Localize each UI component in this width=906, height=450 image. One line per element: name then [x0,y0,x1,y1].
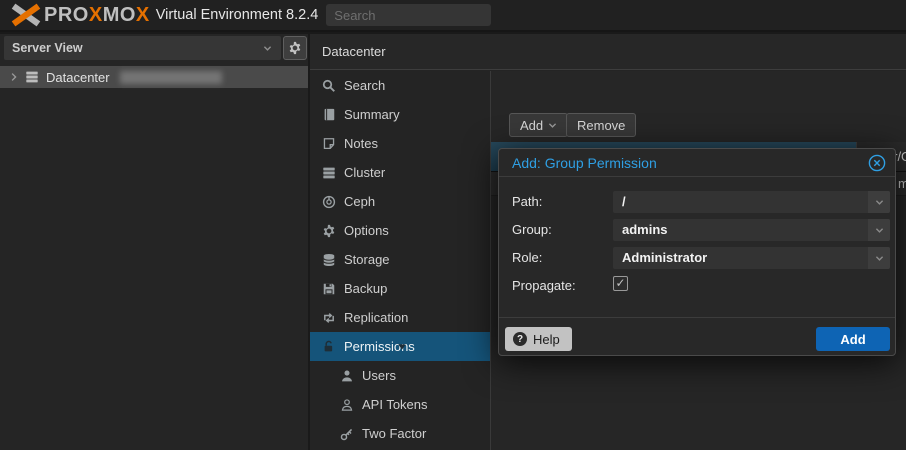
dialog-field-row: Path: / [499,191,895,213]
datacenter-server-icon [25,70,39,84]
user-outline-icon [340,398,354,412]
dialog-field-row: Group: admins [499,219,895,241]
chevron-down-icon [262,43,273,54]
storage-icon [322,253,336,267]
combo-value: Administrator [622,250,707,265]
dialog-add-label: Add [840,332,865,347]
resource-tree-panel: Server View Datacenter [0,34,308,450]
menu-item-label: Replication [344,310,408,325]
menu-item-options[interactable]: Options [310,216,490,245]
menu-item-permissions[interactable]: Permissions [310,332,490,361]
dialog-field-row: Propagate: ✓ [499,275,895,297]
menu-item-ceph[interactable]: Ceph [310,187,490,216]
add-button-label: Add [520,118,543,133]
search-icon [322,79,336,93]
dialog-add-button[interactable]: Add [816,327,890,351]
product-version-text: Virtual Environment 8.2.4 [156,7,319,23]
note-icon [322,137,336,151]
menu-item-replication[interactable]: Replication [310,303,490,332]
view-selector-dropdown[interactable]: Server View [4,36,281,60]
chevron-down-icon [548,121,557,130]
dialog-footer: ? Help Add [499,317,895,357]
combo-trigger[interactable] [868,219,890,241]
menu-item-summary[interactable]: Summary [310,100,490,129]
chevron-down-icon [874,225,885,236]
combo-value: admins [622,222,668,237]
combo-value: / [622,194,626,209]
gear-icon [288,41,302,55]
field-label: Propagate: [512,278,576,293]
menu-item-label: Two Factor [362,426,426,441]
menu-item-two-factor[interactable]: Two Factor [310,419,490,448]
partial-row-text: m [898,176,906,191]
chevron-down-icon [874,197,885,208]
proxmox-screen: PROXMOX Virtual Environment 8.2.4 Server… [0,0,906,450]
field-label: Group: [512,222,552,237]
menu-item-label: Summary [344,107,400,122]
user-icon [340,369,354,383]
panel-title-text: Datacenter [322,44,386,59]
logo-letter-accent: X [89,4,103,26]
combo-trigger[interactable] [868,247,890,269]
dialog-field-row: Role: Administrator [499,247,895,269]
field-label: Role: [512,250,542,265]
logo-letter-accent: X [136,4,150,26]
menu-item-notes[interactable]: Notes [310,129,490,158]
combo-field-path[interactable]: / [613,191,890,213]
ceph-icon [322,195,336,209]
redacted-hostname [120,71,222,84]
help-button[interactable]: ? Help [505,327,572,351]
panel-title-bar: Datacenter [310,34,906,70]
proxmox-logo-icon [10,3,42,27]
menu-item-label: Search [344,78,385,93]
cluster-icon [322,166,336,180]
menu-item-label: Cluster [344,165,385,180]
add-menu-button[interactable]: Add [509,113,568,137]
menu-item-label: API Tokens [362,397,428,412]
menu-item-api-tokens[interactable]: API Tokens [310,390,490,419]
caret-down-icon [322,341,482,353]
menu-item-users[interactable]: Users [310,361,490,390]
top-header: PROXMOX Virtual Environment 8.2.4 [0,0,906,32]
menu-item-search[interactable]: Search [310,71,490,100]
datacenter-side-menu: Search Summary Notes Cluster Ceph Options Stor… [310,71,490,450]
combo-field-role[interactable]: Administrator [613,247,890,269]
remove-button[interactable]: Remove [566,113,636,137]
replication-icon [322,311,336,325]
menu-item-cluster[interactable]: Cluster [310,158,490,187]
logo-letter: PRO [44,4,89,26]
book-icon [322,108,336,122]
menu-item-label: Ceph [344,194,375,209]
menu-item-label: Users [362,368,396,383]
key-icon [340,427,354,441]
add-group-permission-dialog: Add: Group Permission Path: / Group: admins… [498,148,896,356]
menu-item-label: Backup [344,281,387,296]
menu-item-backup[interactable]: Backup [310,274,490,303]
dialog-title-text: Add: Group Permission [512,155,657,171]
tree-node-datacenter[interactable]: Datacenter [0,66,308,88]
help-button-label: Help [533,332,560,347]
combo-trigger[interactable] [868,191,890,213]
backup-icon [322,282,336,296]
dialog-title-bar[interactable]: Add: Group Permission [499,149,895,177]
logo-letter: MO [103,4,136,26]
tree-settings-button[interactable] [283,36,307,60]
menu-item-label: Notes [344,136,378,151]
field-label: Path: [512,194,542,209]
help-icon: ? [513,332,527,346]
menu-item-storage[interactable]: Storage [310,245,490,274]
combo-field-group[interactable]: admins [613,219,890,241]
chevron-right-icon[interactable] [9,72,19,82]
gear-icon [322,224,336,238]
global-search-input[interactable] [326,4,491,26]
remove-button-label: Remove [577,118,625,133]
tree-node-label: Datacenter [46,70,110,85]
menu-item-label: Storage [344,252,390,267]
close-icon[interactable] [868,154,886,172]
proxmox-wordmark: PROXMOX [44,4,150,27]
propagate-checkbox[interactable]: ✓ [613,276,628,291]
view-selector-label: Server View [12,41,262,55]
menu-item-label: Options [344,223,389,238]
chevron-down-icon [874,253,885,264]
